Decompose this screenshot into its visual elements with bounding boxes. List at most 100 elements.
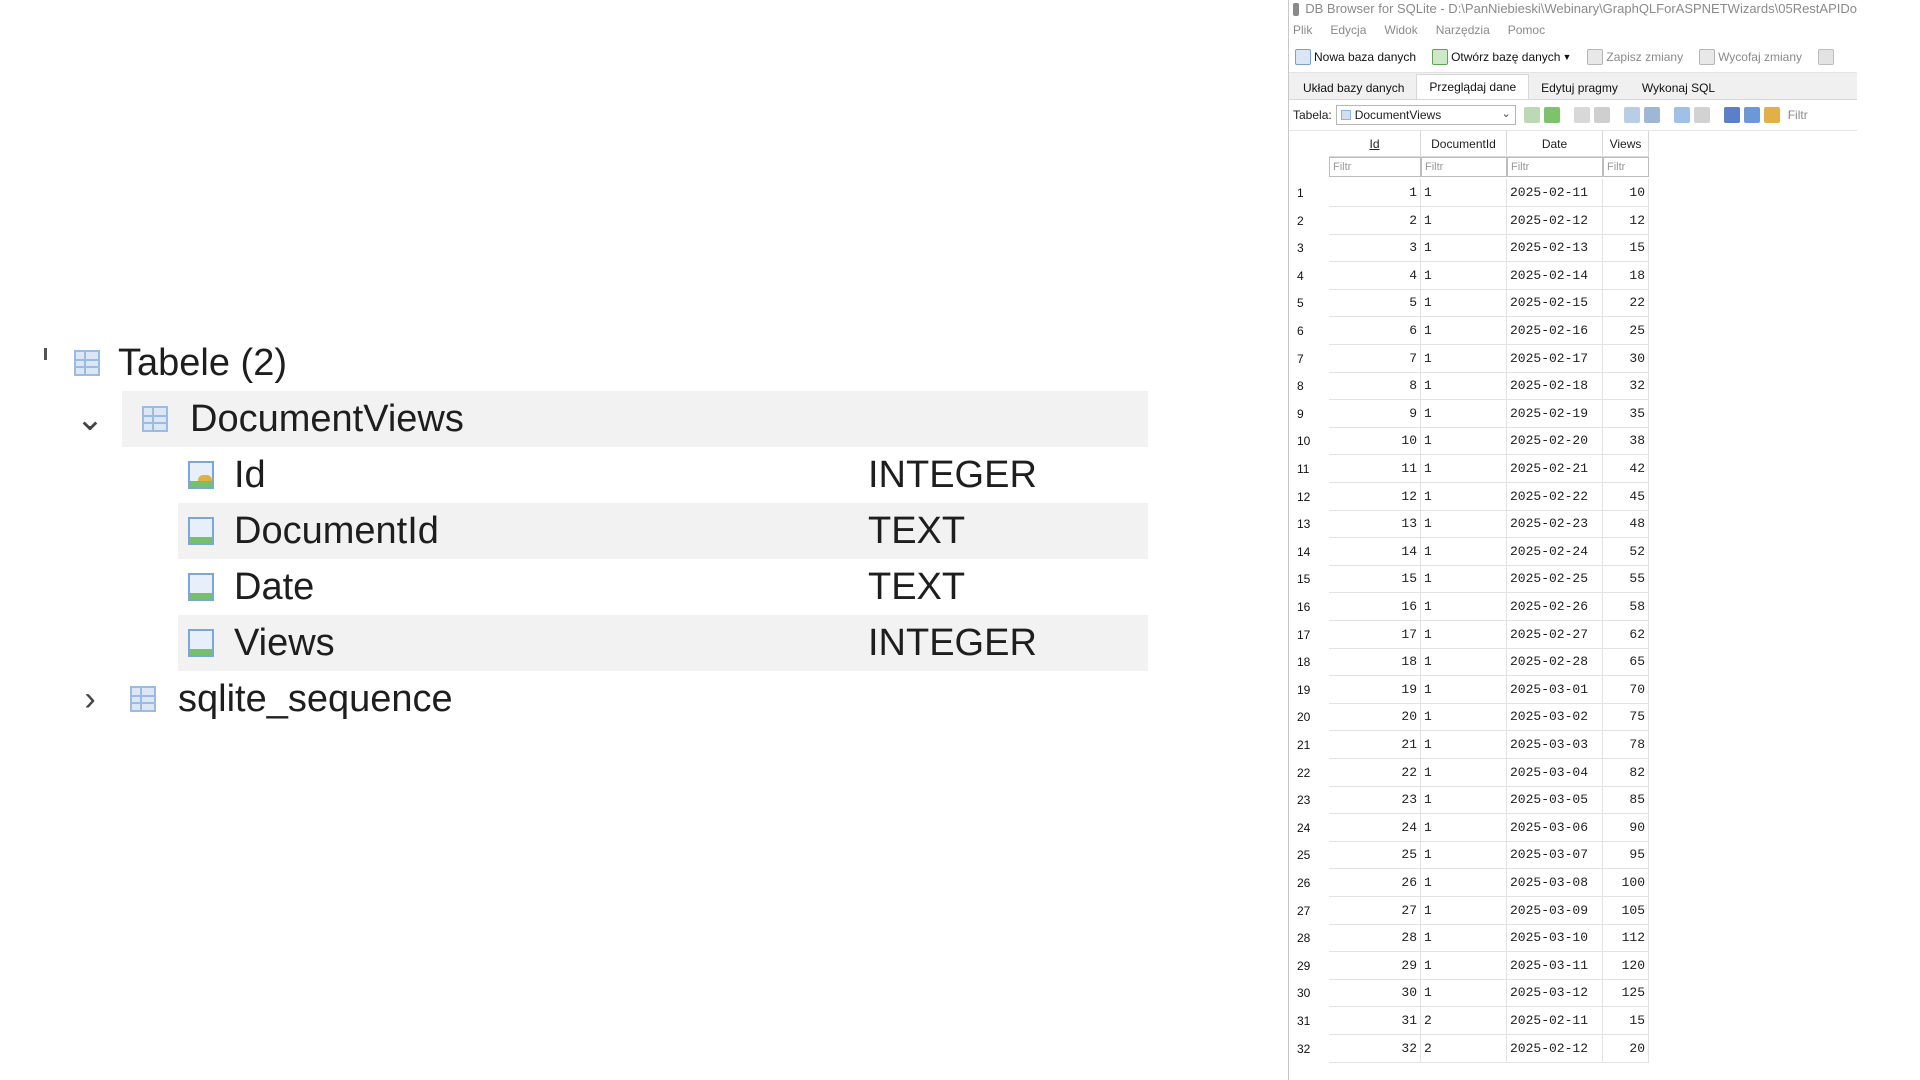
tab-execute-sql[interactable]: Wykonaj SQL	[1630, 77, 1727, 99]
cell-views[interactable]: 45	[1603, 482, 1649, 511]
table-row[interactable]: 23 23 1 2025-03-05 85	[1289, 786, 1649, 815]
row-number[interactable]: 12	[1297, 483, 1310, 511]
revert-changes-button[interactable]: Wycofaj zmiany	[1699, 49, 1802, 65]
cell-id[interactable]: 23	[1329, 786, 1421, 815]
sort-icon[interactable]	[1593, 107, 1610, 123]
row-number[interactable]: 17	[1297, 621, 1310, 649]
cell-id[interactable]: 30	[1329, 979, 1421, 1008]
menu-view[interactable]: Widok	[1384, 23, 1417, 37]
cell-id[interactable]: 27	[1329, 896, 1421, 925]
cell-documentid[interactable]: 1	[1421, 261, 1507, 290]
cell-views[interactable]: 20	[1603, 1034, 1649, 1063]
cell-documentid[interactable]: 1	[1421, 565, 1507, 594]
table-row[interactable]: 21 21 1 2025-03-03 78	[1289, 731, 1649, 759]
cell-date[interactable]: 2025-02-27	[1507, 620, 1603, 649]
row-number[interactable]: 22	[1297, 759, 1310, 787]
row-number[interactable]: 11	[1297, 455, 1309, 483]
save-changes-button[interactable]: Zapisz zmiany	[1587, 49, 1683, 65]
cell-id[interactable]: 26	[1329, 869, 1421, 897]
cell-views[interactable]: 100	[1603, 869, 1649, 897]
insert-record-icon[interactable]	[1673, 107, 1690, 123]
cell-id[interactable]: 19	[1329, 675, 1421, 704]
cell-views[interactable]: 52	[1603, 537, 1649, 566]
tab-edit-pragmas[interactable]: Edytuj pragmy	[1529, 77, 1630, 99]
cell-views[interactable]: 35	[1603, 399, 1649, 428]
cell-views[interactable]: 90	[1603, 813, 1649, 842]
cell-date[interactable]: 2025-03-06	[1507, 813, 1603, 842]
cell-documentid[interactable]: 1	[1421, 758, 1507, 787]
cell-documentid[interactable]: 1	[1421, 813, 1507, 842]
cell-id[interactable]: 20	[1329, 703, 1421, 732]
cell-views[interactable]: 48	[1603, 510, 1649, 539]
row-number[interactable]: 25	[1297, 841, 1310, 869]
cell-documentid[interactable]: 1	[1421, 593, 1507, 621]
cell-id[interactable]: 12	[1329, 482, 1421, 511]
cell-id[interactable]: 28	[1329, 924, 1421, 953]
cell-documentid[interactable]: 1	[1421, 675, 1507, 704]
row-number[interactable]: 5	[1297, 289, 1304, 317]
filter-input-views[interactable]: Filtr	[1603, 157, 1649, 177]
cell-date[interactable]: 2025-02-25	[1507, 565, 1603, 594]
table-row[interactable]: 15 15 1 2025-02-25 55	[1289, 565, 1649, 594]
cell-id[interactable]: 29	[1329, 951, 1421, 980]
cell-documentid[interactable]: 1	[1421, 979, 1507, 1008]
cell-documentid[interactable]: 1	[1421, 648, 1507, 677]
cell-date[interactable]: 2025-03-07	[1507, 841, 1603, 870]
row-number[interactable]: 9	[1297, 400, 1304, 428]
tab-database-structure[interactable]: Układ bazy danych	[1291, 77, 1416, 99]
row-number[interactable]: 8	[1297, 372, 1304, 400]
dropdown-arrow-icon[interactable]: ▼	[1562, 52, 1571, 62]
cell-documentid[interactable]: 1	[1421, 924, 1507, 953]
cell-id[interactable]: 15	[1329, 565, 1421, 594]
row-number[interactable]: 29	[1297, 952, 1310, 980]
cell-id[interactable]: 5	[1329, 289, 1421, 318]
replace-icon[interactable]	[1763, 107, 1780, 123]
cell-id[interactable]: 14	[1329, 537, 1421, 566]
cell-date[interactable]: 2025-02-14	[1507, 261, 1603, 290]
row-number[interactable]: 7	[1297, 345, 1304, 373]
row-number[interactable]: 4	[1297, 262, 1304, 290]
cell-id[interactable]: 4	[1329, 261, 1421, 290]
cell-documentid[interactable]: 1	[1421, 372, 1507, 401]
cell-id[interactable]: 25	[1329, 841, 1421, 870]
cell-documentid[interactable]: 1	[1421, 399, 1507, 428]
cell-date[interactable]: 2025-03-09	[1507, 896, 1603, 925]
delete-record-icon[interactable]	[1693, 107, 1710, 123]
cell-views[interactable]: 15	[1603, 234, 1649, 263]
cell-views[interactable]: 120	[1603, 951, 1649, 980]
sync-icon[interactable]	[1543, 107, 1560, 123]
cell-documentid[interactable]: 1	[1421, 786, 1507, 815]
cell-date[interactable]: 2025-02-11	[1507, 179, 1603, 207]
text-format-icon[interactable]	[1723, 107, 1740, 123]
row-number[interactable]: 30	[1297, 979, 1310, 1007]
cell-id[interactable]: 31	[1329, 1007, 1421, 1035]
cell-date[interactable]: 2025-03-02	[1507, 703, 1603, 732]
cell-documentid[interactable]: 1	[1421, 179, 1507, 207]
row-number[interactable]: 2	[1297, 207, 1304, 235]
cell-date[interactable]: 2025-02-19	[1507, 399, 1603, 428]
cell-id[interactable]: 1	[1329, 179, 1421, 207]
table-row[interactable]: 30 30 1 2025-03-12 125	[1289, 979, 1649, 1008]
cell-date[interactable]: 2025-03-05	[1507, 786, 1603, 815]
cell-date[interactable]: 2025-02-11	[1507, 1007, 1603, 1035]
cell-id[interactable]: 17	[1329, 620, 1421, 649]
table-row[interactable]: 4 4 1 2025-02-14 18	[1289, 261, 1649, 290]
refresh-icon[interactable]	[1523, 107, 1540, 123]
menu-file[interactable]: Plik	[1293, 23, 1312, 37]
cell-id[interactable]: 18	[1329, 648, 1421, 677]
cell-documentid[interactable]: 1	[1421, 841, 1507, 870]
chevron-down-icon[interactable]: ⌄	[70, 399, 110, 439]
tab-browse-data[interactable]: Przeglądaj dane	[1416, 74, 1530, 99]
cell-date[interactable]: 2025-03-10	[1507, 924, 1603, 953]
table-row[interactable]: 29 29 1 2025-03-11 120	[1289, 951, 1649, 980]
cell-id[interactable]: 32	[1329, 1034, 1421, 1063]
cell-id[interactable]: 13	[1329, 510, 1421, 539]
table-row[interactable]: 14 14 1 2025-02-24 52	[1289, 537, 1649, 566]
find-icon[interactable]	[1743, 107, 1760, 123]
table-row[interactable]: 25 25 1 2025-03-07 95	[1289, 841, 1649, 870]
cell-documentid[interactable]: 2	[1421, 1007, 1507, 1035]
menu-help[interactable]: Pomoc	[1508, 23, 1545, 37]
cell-views[interactable]: 112	[1603, 924, 1649, 953]
save-table-icon[interactable]	[1623, 107, 1640, 123]
cell-date[interactable]: 2025-02-26	[1507, 593, 1603, 621]
